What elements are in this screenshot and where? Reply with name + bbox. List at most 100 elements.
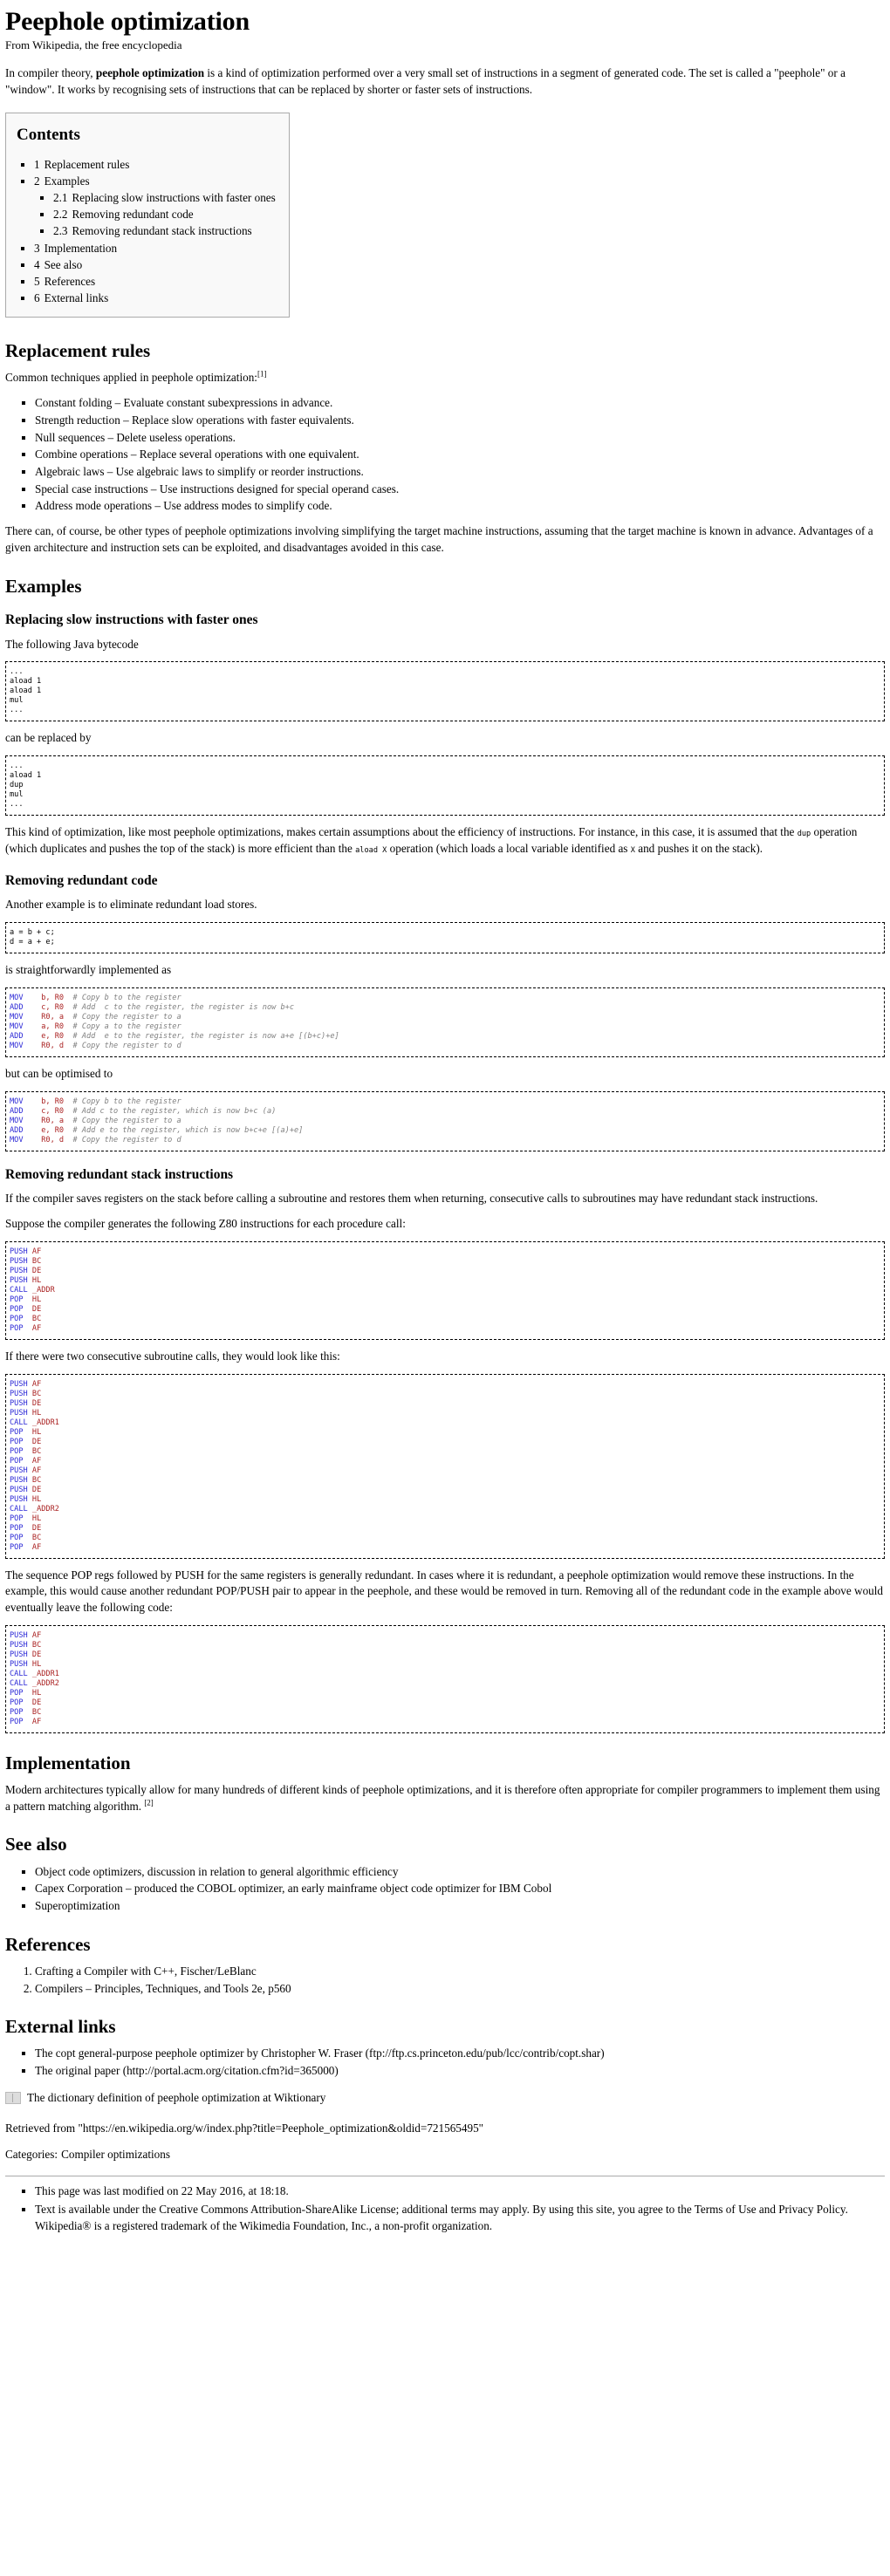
toc-number: 4 bbox=[34, 257, 40, 271]
toc-label[interactable]: Replacing slow instructions with faster … bbox=[72, 191, 275, 204]
code-block-source-expressions: a = b + c; d = a + e; bbox=[5, 922, 885, 954]
redundant-code-middle-2: but can be optimised to bbox=[5, 1066, 113, 1080]
article-page: Peephole optimization From Wikipedia, th… bbox=[0, 0, 890, 2245]
toc-number: 1 bbox=[34, 157, 40, 171]
list-item: Strength reduction – Replace slow operat… bbox=[35, 413, 885, 429]
toc-label[interactable]: References bbox=[44, 275, 96, 288]
book-icon bbox=[5, 2092, 21, 2105]
toc-number: 6 bbox=[34, 291, 40, 305]
heading-replacement-rules: Replacement rules bbox=[5, 340, 151, 362]
citation-ref-1[interactable]: [1] bbox=[257, 370, 267, 379]
categories-line: Categories: Compiler optimizations bbox=[5, 2147, 885, 2163]
closing-text-4: and pushes it on the stack). bbox=[634, 841, 763, 855]
wiktionary-text[interactable]: The dictionary definition of peephole op… bbox=[27, 2090, 325, 2107]
toc-label[interactable]: External links bbox=[44, 291, 109, 304]
category-link[interactable]: Compiler optimizations bbox=[61, 2148, 170, 2161]
retrieved-from: Retrieved from "https://en.wikipedia.org… bbox=[5, 2121, 484, 2135]
toc-label[interactable]: Removing redundant code bbox=[72, 208, 193, 221]
heading-see-also: See also bbox=[5, 1834, 67, 1855]
heading-implementation: Implementation bbox=[5, 1752, 131, 1773]
list-item: Combine operations – Replace several ope… bbox=[35, 447, 885, 463]
list-item: This page was last modified on 22 May 20… bbox=[35, 2183, 885, 2200]
categories-label: Categories: bbox=[5, 2148, 58, 2162]
stack-instructions-intro: If the compiler saves registers on the s… bbox=[5, 1192, 818, 1206]
toc-sublist: 2.1 Replacing slow instructions with fast… bbox=[34, 189, 277, 239]
heading-external-links: External links bbox=[5, 2016, 116, 2038]
list-item[interactable]: Capex Corporation – produced the COBOL o… bbox=[35, 1881, 885, 1897]
toc-label[interactable]: Replacement rules bbox=[44, 158, 130, 171]
site-tagline: From Wikipedia, the free encyclopedia bbox=[5, 38, 182, 51]
toc-item-1[interactable]: 1 Replacement rules bbox=[34, 156, 277, 173]
toc-number: 5 bbox=[34, 274, 40, 288]
inline-code-dup: dup bbox=[797, 830, 811, 839]
slow-instructions-intro: The following Java bytecode bbox=[5, 637, 139, 651]
toc-number: 3 bbox=[34, 241, 40, 255]
replacement-rules-closing: There can, of course, be other types of … bbox=[5, 524, 873, 554]
toc-item-2[interactable]: 2 Examples 2.1 Replacing slow instructions… bbox=[34, 173, 277, 240]
heading-removing-redundant-code: Removing redundant code bbox=[5, 872, 158, 888]
citation-ref-2[interactable]: [2] bbox=[144, 1798, 154, 1807]
implementation-text: Modern architectures typically allow for… bbox=[5, 1782, 880, 1813]
list-item: Special case instructions – Use instruct… bbox=[35, 482, 885, 498]
toc-item-5[interactable]: 5 References bbox=[34, 273, 277, 290]
heading-removing-redundant-stack-instructions: Removing redundant stack instructions bbox=[5, 1166, 234, 1182]
list-item: Algebraic laws – Use algebraic laws to s… bbox=[35, 464, 885, 481]
toc-label[interactable]: Removing redundant stack instructions bbox=[72, 224, 251, 237]
list-item: Null sequences – Delete useless operatio… bbox=[35, 430, 885, 447]
stack-instructions-middle: If there were two consecutive subroutine… bbox=[5, 1349, 340, 1363]
list-item: Constant folding – Evaluate constant sub… bbox=[35, 395, 885, 412]
list-item[interactable]: Superoptimization bbox=[35, 1898, 885, 1915]
toc-number: 2.1 bbox=[53, 191, 68, 205]
heading-references: References bbox=[5, 1933, 91, 1955]
toc-item-3[interactable]: 3 Implementation bbox=[34, 240, 277, 256]
heading-examples: Examples bbox=[5, 575, 82, 597]
closing-text-3: operation (which loads a local variable … bbox=[387, 841, 631, 855]
page-title: Peephole optimization bbox=[5, 7, 250, 36]
toc-item-6[interactable]: 6 External links bbox=[34, 290, 277, 306]
code-block-z80-single-call: PUSH AF PUSH BC PUSH DE PUSH HL CALL _AD… bbox=[5, 1240, 885, 1340]
code-block-bytecode-before: ... aload 1 aload 1 mul ... bbox=[5, 661, 885, 722]
replacement-rules-list: Constant folding – Evaluate constant sub… bbox=[5, 395, 885, 515]
toc-number: 2.3 bbox=[53, 224, 68, 238]
see-also-list: Object code optimizers, discussion in re… bbox=[5, 1864, 885, 1915]
intro-bold-term: peephole optimization bbox=[95, 66, 205, 80]
slow-instructions-closing: This kind of optimization, like most pee… bbox=[5, 824, 885, 857]
wiktionary-line: The dictionary definition of peephole op… bbox=[5, 2090, 885, 2107]
list-item: Address mode operations – Use address mo… bbox=[35, 498, 885, 515]
intro-paragraph: In compiler theory, peephole optimizatio… bbox=[5, 65, 885, 98]
list-item[interactable]: The original paper (http://portal.acm.or… bbox=[35, 2063, 885, 2080]
list-item: Compilers – Principles, Techniques, and … bbox=[35, 1981, 885, 1998]
toc-item-4[interactable]: 4 See also bbox=[34, 256, 277, 273]
external-links-list: The copt general-purpose peephole optimi… bbox=[5, 2046, 885, 2079]
implementation-paragraph: Modern architectures typically allow for… bbox=[5, 1782, 885, 1814]
redundant-code-middle: is straightforwardly implemented as bbox=[5, 963, 172, 977]
toc-item-2-1[interactable]: 2.1 Replacing slow instructions with fast… bbox=[53, 189, 277, 206]
code-block-asm-after: MOV b, R0 # Copy b to the register ADD c… bbox=[5, 1090, 885, 1151]
list-item: Crafting a Compiler with C++, Fischer/Le… bbox=[35, 1964, 885, 1980]
stack-instructions-closing: The sequence POP regs followed by PUSH f… bbox=[5, 1568, 884, 1615]
toc-label[interactable]: Examples bbox=[44, 174, 90, 188]
closing-text-1: This kind of optimization, like most pee… bbox=[5, 825, 798, 839]
toc-number: 2 bbox=[34, 174, 40, 188]
inline-code-aload: aload X bbox=[355, 845, 387, 855]
footer-notes-list: This page was last modified on 22 May 20… bbox=[5, 2183, 885, 2234]
code-block-z80-optimised: PUSH AF PUSH BC PUSH DE PUSH HL CALL _AD… bbox=[5, 1624, 885, 1733]
table-of-contents: Contents 1 Replacement rules 2 Examples 2.… bbox=[5, 112, 290, 318]
stack-instructions-suppose: Suppose the compiler generates the follo… bbox=[5, 1217, 406, 1231]
list-item[interactable]: Object code optimizers, discussion in re… bbox=[35, 1864, 885, 1881]
code-block-asm-before: MOV b, R0 # Copy b to the register ADD c… bbox=[5, 987, 885, 1057]
toc-label[interactable]: See also bbox=[44, 258, 83, 271]
replacement-rules-lead: Common techniques applied in peephole op… bbox=[5, 370, 885, 386]
toc-number: 2.2 bbox=[53, 208, 68, 222]
references-list: Crafting a Compiler with C++, Fischer/Le… bbox=[5, 1964, 885, 1997]
code-block-z80-double-call: PUSH AF PUSH BC PUSH DE PUSH HL CALL _AD… bbox=[5, 1373, 885, 1559]
heading-replacing-slow-instructions: Replacing slow instructions with faster … bbox=[5, 612, 258, 627]
toc-heading: Contents bbox=[17, 125, 80, 144]
toc-item-2-2[interactable]: 2.2 Removing redundant code bbox=[53, 206, 277, 222]
redundant-code-intro: Another example is to eliminate redundan… bbox=[5, 898, 257, 912]
list-item: Text is available under the Creative Com… bbox=[35, 2202, 885, 2234]
toc-label[interactable]: Implementation bbox=[44, 242, 118, 255]
toc-list: 1 Replacement rules 2 Examples 2.1 Replacin… bbox=[15, 156, 277, 306]
list-item[interactable]: The copt general-purpose peephole optimi… bbox=[35, 2046, 885, 2062]
toc-item-2-3[interactable]: 2.3 Removing redundant stack instructions bbox=[53, 222, 277, 239]
